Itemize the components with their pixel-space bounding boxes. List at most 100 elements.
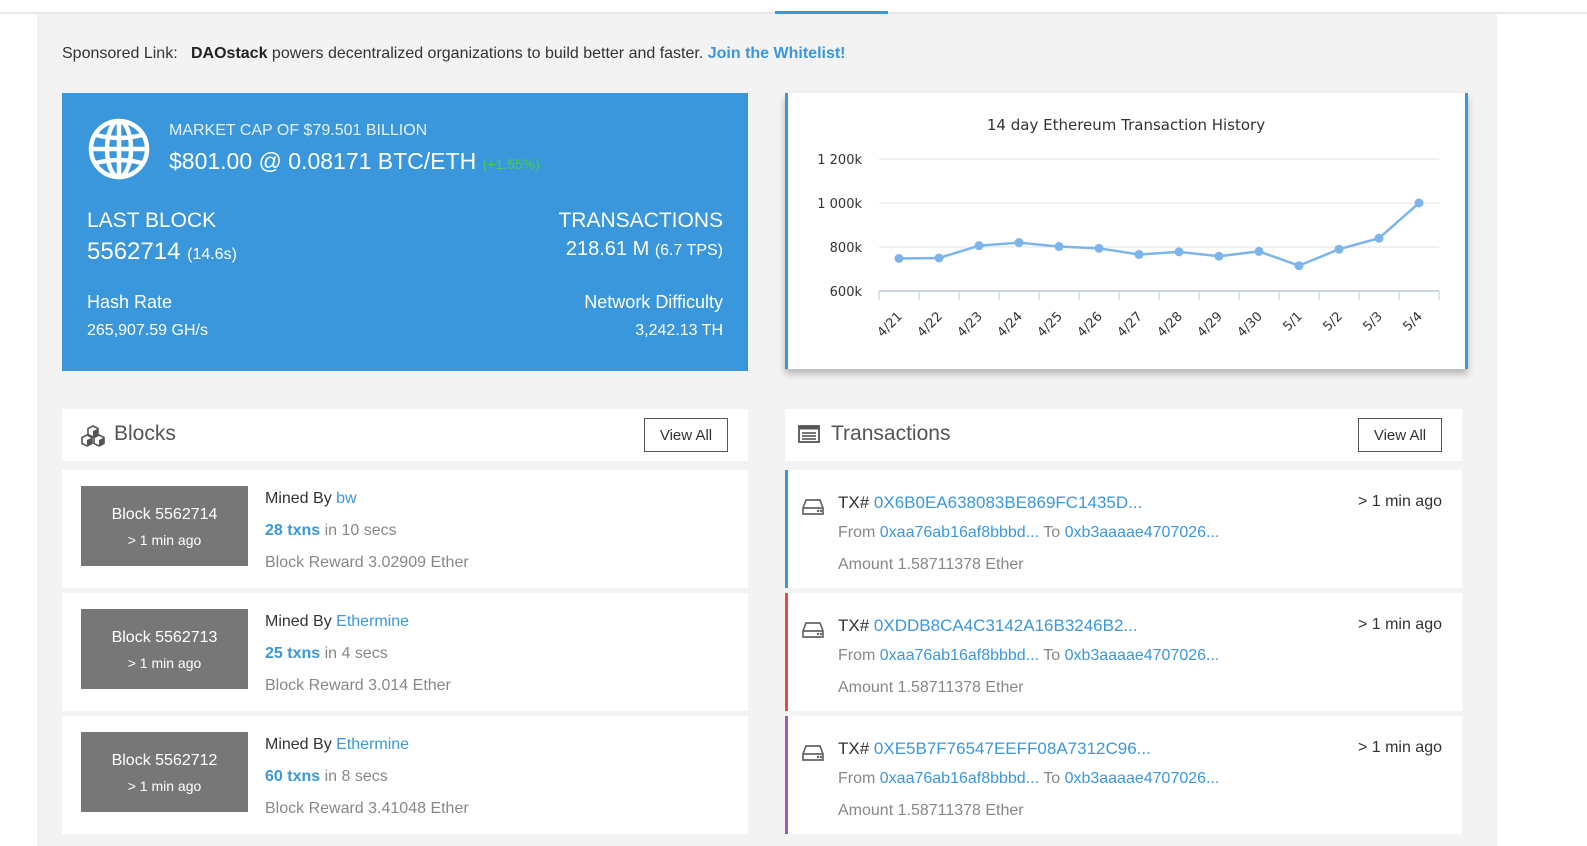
transaction-parties: From 0xaa76ab16af8bbbd... To 0xb3aaaae47… bbox=[838, 524, 1219, 542]
transactions-count: 218.61 M bbox=[565, 238, 650, 260]
last-block-number[interactable]: 5562714 bbox=[87, 238, 180, 265]
transaction-amount: Amount 1.58711378 Ether bbox=[838, 679, 1024, 697]
block-row: Block 5562714 > 1 min ago Mined By bw 28… bbox=[62, 470, 748, 588]
amount-label: Amount bbox=[838, 679, 894, 696]
transaction-parties: From 0xaa76ab16af8bbbd... To 0xb3aaaae47… bbox=[838, 770, 1219, 788]
transaction-accent bbox=[785, 470, 788, 588]
transaction-amount: Amount 1.58711378 Ether bbox=[838, 802, 1024, 820]
miner-link[interactable]: Ethermine bbox=[336, 613, 409, 630]
block-age: > 1 min ago bbox=[127, 778, 202, 794]
to-address-link[interactable]: 0xb3aaaae4707026... bbox=[1065, 524, 1220, 541]
last-block-time: (14.6s) bbox=[187, 246, 237, 263]
x-tick-label: 4/27 bbox=[1115, 309, 1146, 340]
reward-value: 3.41048 Ether bbox=[368, 800, 469, 817]
sponsor-brand[interactable]: DAOstack bbox=[191, 45, 267, 62]
list-icon bbox=[798, 425, 820, 443]
block-reward: Block Reward 3.014 Ether bbox=[265, 677, 451, 695]
tx-hash-link[interactable]: 0XDDB8CA4C3142A16B3246B2... bbox=[874, 616, 1138, 635]
sponsor-text: powers decentralized organizations to bu… bbox=[267, 45, 708, 62]
mined-by-label: Mined By bbox=[265, 736, 332, 753]
data-point bbox=[1254, 246, 1264, 256]
to-label: To bbox=[1043, 524, 1061, 541]
block-age: > 1 min ago bbox=[127, 655, 202, 671]
block-age: > 1 min ago bbox=[127, 532, 202, 548]
transaction-accent bbox=[785, 716, 788, 834]
from-address-link[interactable]: 0xaa76ab16af8bbbd... bbox=[880, 647, 1039, 664]
txns-link[interactable]: 25 txns bbox=[265, 645, 320, 662]
miner-link[interactable]: Ethermine bbox=[336, 736, 409, 753]
txns-link[interactable]: 60 txns bbox=[265, 768, 320, 785]
transaction-age: > 1 min ago bbox=[1357, 493, 1442, 510]
x-tick-label: 5/4 bbox=[1400, 309, 1425, 334]
series-line bbox=[898, 202, 1420, 268]
amount-label: Amount bbox=[838, 556, 894, 573]
x-tick-label: 4/23 bbox=[955, 309, 986, 340]
x-tick-label: 4/29 bbox=[1195, 309, 1226, 340]
data-point bbox=[1094, 243, 1104, 253]
data-point bbox=[1054, 242, 1064, 252]
difficulty-label: Network Difficulty bbox=[584, 292, 723, 312]
data-point bbox=[1374, 233, 1384, 243]
last-block-value: 5562714 (14.6s) bbox=[87, 238, 237, 266]
amount-value: 1.58711378 Ether bbox=[897, 556, 1024, 573]
x-tick-label: 5/1 bbox=[1280, 309, 1305, 334]
block-badge[interactable]: Block 5562713 > 1 min ago bbox=[81, 609, 248, 689]
transaction-hash: TX# 0XDDB8CA4C3142A16B3246B2... bbox=[838, 616, 1138, 636]
txns-link[interactable]: 28 txns bbox=[265, 522, 320, 539]
block-txns: 25 txns in 4 secs bbox=[265, 645, 388, 663]
transaction-age: > 1 min ago bbox=[1357, 739, 1442, 756]
chart-canvas: 14 day Ethereum Transaction History 600k… bbox=[817, 116, 1440, 340]
tx-label: TX# bbox=[838, 493, 870, 512]
x-tick-label: 5/3 bbox=[1360, 309, 1385, 334]
from-address-link[interactable]: 0xaa76ab16af8bbbd... bbox=[880, 770, 1039, 787]
transaction-parties: From 0xaa76ab16af8bbbd... To 0xb3aaaae47… bbox=[838, 647, 1219, 665]
data-point bbox=[974, 241, 984, 251]
transaction-amount: Amount 1.58711378 Ether bbox=[838, 556, 1024, 574]
price-change: (+1.55%) bbox=[482, 156, 540, 172]
miner-link[interactable]: bw bbox=[336, 490, 356, 507]
block-row: Block 5562712 > 1 min ago Mined By Ether… bbox=[62, 716, 748, 834]
tx-hash-link[interactable]: 0XE5B7F76547EEFF08A7312C96... bbox=[874, 739, 1151, 758]
globe-icon bbox=[88, 118, 150, 180]
blocks-view-all-button[interactable]: View All bbox=[644, 418, 728, 452]
to-address-link[interactable]: 0xb3aaaae4707026... bbox=[1065, 647, 1220, 664]
to-address-link[interactable]: 0xb3aaaae4707026... bbox=[1065, 770, 1220, 787]
block-number[interactable]: Block 5562713 bbox=[81, 629, 248, 647]
from-address-link[interactable]: 0xaa76ab16af8bbbd... bbox=[880, 524, 1039, 541]
hash-rate-label: Hash Rate bbox=[87, 292, 173, 312]
mined-by-label: Mined By bbox=[265, 490, 332, 507]
sponsor-prefix: Sponsored Link: bbox=[62, 45, 178, 62]
block-badge[interactable]: Block 5562714 > 1 min ago bbox=[81, 486, 248, 566]
transaction-age: > 1 min ago bbox=[1357, 616, 1442, 633]
block-number[interactable]: Block 5562714 bbox=[81, 506, 248, 524]
reward-label: Block Reward bbox=[265, 554, 364, 571]
block-miner: Mined By bw bbox=[265, 490, 357, 508]
transaction-hash: TX# 0XE5B7F76547EEFF08A7312C96... bbox=[838, 739, 1151, 759]
transaction-accent bbox=[785, 593, 788, 711]
data-point bbox=[1014, 238, 1024, 248]
block-number[interactable]: Block 5562712 bbox=[81, 752, 248, 770]
from-label: From bbox=[838, 770, 876, 787]
block-txns: 28 txns in 10 secs bbox=[265, 522, 397, 540]
tx-hash-link[interactable]: 0X6B0EA638083BE869FC1435D... bbox=[874, 493, 1142, 512]
block-miner: Mined By Ethermine bbox=[265, 736, 409, 754]
block-time: in 10 secs bbox=[320, 522, 397, 539]
y-tick-label: 1 000k bbox=[817, 197, 862, 212]
transactions-tps: (6.7 TPS) bbox=[654, 242, 723, 259]
join-whitelist-link[interactable]: Join the Whitelist! bbox=[708, 45, 846, 62]
block-miner: Mined By Ethermine bbox=[265, 613, 409, 631]
transactions-view-all-button[interactable]: View All bbox=[1358, 418, 1442, 452]
block-badge[interactable]: Block 5562712 > 1 min ago bbox=[81, 732, 248, 812]
amount-value: 1.58711378 Ether bbox=[897, 802, 1024, 819]
data-point bbox=[1134, 249, 1144, 259]
block-time: in 8 secs bbox=[320, 768, 388, 785]
block-row: Block 5562713 > 1 min ago Mined By Ether… bbox=[62, 593, 748, 711]
data-point bbox=[894, 253, 904, 263]
x-tick-label: 4/26 bbox=[1075, 309, 1106, 340]
reward-value: 3.02909 Ether bbox=[368, 554, 469, 571]
blocks-title: Blocks bbox=[114, 422, 176, 445]
x-tick-label: 4/25 bbox=[1035, 309, 1066, 340]
hard-drive-icon bbox=[802, 622, 824, 638]
network-stats-panel: MARKET CAP OF $79.501 BILLION $801.00 @ … bbox=[62, 93, 748, 371]
x-tick-label: 5/2 bbox=[1320, 309, 1345, 334]
